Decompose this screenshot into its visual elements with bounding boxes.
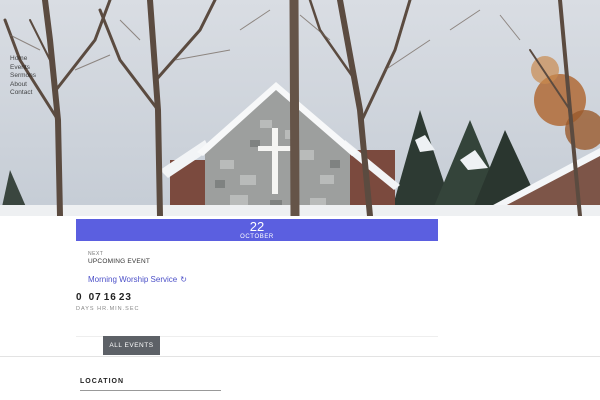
countdown: 0 07 16 23 — [76, 292, 132, 303]
upcoming-event-label: UPCOMING EVENT — [88, 258, 151, 265]
event-title-link[interactable]: Morning Worship Service ↻ — [88, 275, 187, 284]
countdown-seconds: 23 — [118, 292, 132, 303]
event-date-bar: 22 OCTOBER — [76, 219, 438, 241]
nav-item-home[interactable]: Home — [10, 55, 36, 64]
countdown-minutes: 16 — [103, 292, 117, 303]
section-divider — [0, 356, 600, 357]
nav-item-about[interactable]: About — [10, 81, 36, 90]
hero-image — [0, 0, 600, 216]
nav-item-contact[interactable]: Contact — [10, 89, 36, 98]
event-title: Morning Worship Service — [88, 275, 178, 284]
all-events-button[interactable]: ALL EVENTS — [103, 336, 160, 355]
countdown-labels: DAYS HR.MIN.SEC — [76, 306, 140, 312]
countdown-hours: 07 — [88, 292, 102, 303]
location-heading: LOCATION — [80, 378, 125, 385]
location-underline — [80, 390, 221, 391]
refresh-icon: ↻ — [180, 275, 187, 284]
next-label: NEXT — [88, 251, 104, 257]
nav-item-sermons[interactable]: Sermons — [10, 72, 36, 81]
event-day: 22 — [249, 219, 265, 234]
countdown-days: 0 — [76, 292, 83, 303]
main-nav: Home Events Sermons About Contact — [10, 55, 36, 98]
event-month: OCTOBER — [240, 234, 274, 240]
nav-item-events[interactable]: Events — [10, 64, 36, 73]
church-photo — [0, 0, 600, 216]
